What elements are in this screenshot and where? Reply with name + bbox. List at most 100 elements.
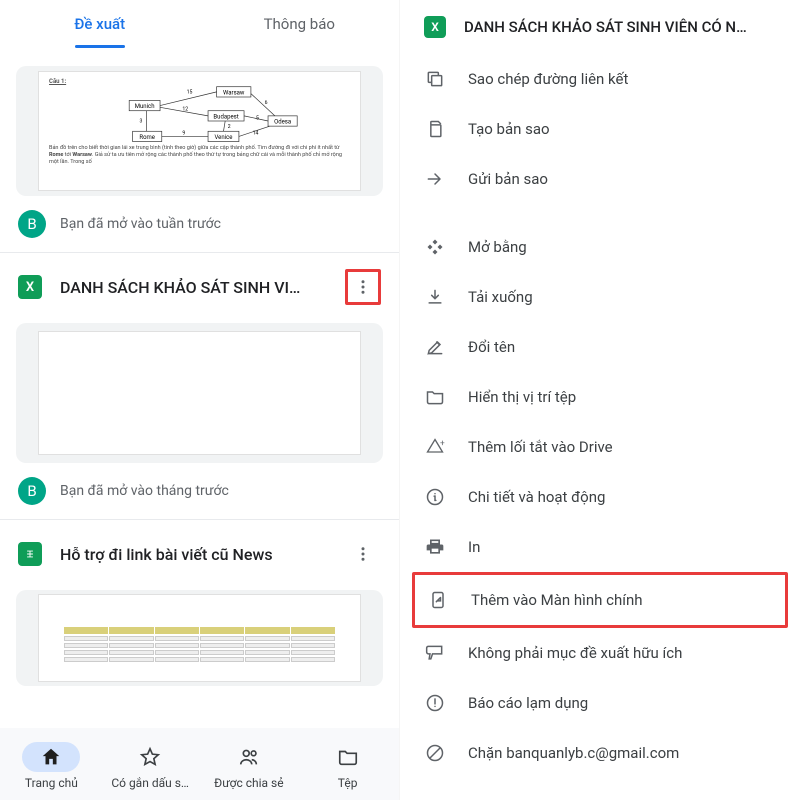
svg-text:5: 5 (256, 116, 259, 122)
menu-label: Không phải mục đề xuất hữu ích (468, 644, 780, 662)
file-preview[interactable] (16, 590, 383, 686)
avatar-letter: B (27, 215, 36, 233)
home-icon (40, 746, 62, 768)
more-button[interactable] (345, 269, 381, 305)
tab-notifications-label: Thông báo (264, 15, 335, 33)
more-button[interactable] (345, 536, 381, 572)
info-icon (424, 486, 446, 508)
svg-text:2: 2 (228, 124, 231, 130)
bottom-nav: Trang chủ Có gắn dấu s… Được chia sẻ Tệp (0, 728, 399, 800)
menu-report[interactable]: Báo cáo lạm dụng (400, 678, 800, 728)
menu-label: Sao chép đường liên kết (468, 70, 780, 88)
menu-make-copy[interactable]: Tạo bản sao (400, 104, 800, 154)
excel-icon-letter: X (26, 280, 34, 295)
block-icon (424, 742, 446, 764)
nav-shared[interactable]: Được chia sẻ (200, 742, 299, 790)
menu-block[interactable]: Chặn banquanlyb.c@gmail.com (400, 728, 800, 778)
menu-send-copy[interactable]: Gửi bản sao (400, 154, 800, 204)
svg-text:Venice: Venice (215, 134, 233, 141)
svg-text:3: 3 (139, 119, 142, 125)
svg-text:Warsaw: Warsaw (223, 90, 245, 97)
graph-thumbnail: Warsaw Munich Budapest Odesa Venice Rome (49, 85, 350, 145)
tab-suggested[interactable]: Đề xuất (0, 0, 200, 48)
panel-title: DANH SÁCH KHẢO SÁT SINH VIÊN CÓ N… (464, 18, 780, 36)
drive-home-screen: Đề xuất Thông báo Câu 1: Warsaw Munich B… (0, 0, 400, 800)
svg-text:15: 15 (187, 90, 193, 96)
file-preview[interactable]: Câu 1: Warsaw Munich Budapest Odesa Veni… (16, 66, 383, 196)
more-vert-icon (354, 545, 372, 563)
menu-label: Tạo bản sao (468, 120, 780, 138)
send-icon (424, 168, 446, 190)
avatar: B (18, 477, 46, 505)
tab-suggested-label: Đề xuất (74, 15, 125, 33)
svg-text:14: 14 (253, 131, 259, 137)
people-icon (237, 746, 261, 768)
menu-show-location[interactable]: Hiển thị vị trí tệp (400, 372, 800, 422)
menu-label: Thêm lối tắt vào Drive (468, 438, 780, 456)
nav-files-label: Tệp (338, 776, 358, 790)
print-icon (424, 536, 446, 558)
menu-label: Báo cáo lạm dụng (468, 694, 780, 712)
add-to-home-icon (427, 589, 449, 611)
menu-label: Chi tiết và hoạt động (468, 488, 780, 506)
nav-shared-label: Được chia sẻ (214, 776, 283, 790)
svg-text:Odesa: Odesa (274, 119, 291, 126)
tab-notifications[interactable]: Thông báo (200, 0, 400, 48)
menu-label: Gửi bản sao (468, 170, 780, 188)
report-icon (424, 692, 446, 714)
svg-text:Budapest: Budapest (213, 114, 238, 121)
table-thumbnail (38, 594, 361, 682)
menu-add-home[interactable]: Thêm vào Màn hình chính (412, 572, 788, 628)
file-opened-text: Bạn đã mở vào tuần trước (60, 216, 221, 232)
menu-copy-link[interactable]: Sao chép đường liên kết (400, 54, 800, 104)
menu-details[interactable]: Chi tiết và hoạt động (400, 472, 800, 522)
drive-shortcut-icon: + (424, 436, 446, 458)
menu-label: Chặn banquanlyb.c@gmail.com (468, 744, 780, 762)
svg-text:9: 9 (182, 131, 185, 137)
menu-download[interactable]: Tải xuống (400, 272, 800, 322)
file-preview[interactable] (16, 323, 383, 463)
menu-label: Hiển thị vị trí tệp (468, 388, 780, 406)
menu-label: In (468, 538, 780, 556)
menu-label: Thêm vào Màn hình chính (471, 591, 765, 609)
file-title: Hỗ trợ đi link bài viết cũ News (60, 545, 327, 564)
menu-open-with[interactable]: Mở bằng (400, 222, 800, 272)
nav-files[interactable]: Tệp (298, 742, 397, 790)
menu-label: Tải xuống (468, 288, 780, 306)
excel-icon: X (18, 275, 42, 299)
copy-link-icon (424, 68, 446, 90)
svg-text:+: + (440, 438, 445, 448)
folder-icon (424, 386, 446, 408)
nav-starred[interactable]: Có gắn dấu s… (101, 742, 200, 790)
make-copy-icon (424, 118, 446, 140)
svg-text:Munich: Munich (135, 104, 155, 111)
excel-icon-letter: X (431, 20, 439, 34)
download-icon (424, 286, 446, 308)
menu-label: Đổi tên (468, 338, 780, 356)
open-with-icon (424, 236, 446, 258)
menu-not-helpful[interactable]: Không phải mục đề xuất hữu ích (400, 628, 800, 678)
svg-text:12: 12 (182, 107, 188, 113)
menu-add-shortcut[interactable]: + Thêm lối tắt vào Drive (400, 422, 800, 472)
menu-rename[interactable]: Đổi tên (400, 322, 800, 372)
avatar: B (18, 210, 46, 238)
svg-text:Rome: Rome (139, 134, 155, 141)
nav-home[interactable]: Trang chủ (2, 742, 101, 790)
panel-header: X DANH SÁCH KHẢO SÁT SINH VIÊN CÓ N… (400, 8, 800, 52)
document-thumbnail: Câu 1: Warsaw Munich Budapest Odesa Veni… (38, 71, 361, 191)
blank-thumbnail (38, 331, 361, 454)
file-row[interactable]: Hỗ trợ đi link bài viết cũ News (0, 520, 399, 576)
svg-text:6: 6 (265, 100, 268, 106)
file-row[interactable]: X DANH SÁCH KHẢO SÁT SINH VI… (0, 253, 399, 309)
file-title: DANH SÁCH KHẢO SÁT SINH VI… (60, 278, 327, 297)
nav-starred-label: Có gắn dấu s… (111, 776, 189, 790)
top-tabs: Đề xuất Thông báo (0, 0, 399, 48)
file-meta-row: B Bạn đã mở vào tháng trước (0, 473, 399, 519)
folder-icon (337, 746, 359, 768)
file-actions-panel: X DANH SÁCH KHẢO SÁT SINH VIÊN CÓ N… Sao… (400, 0, 800, 800)
more-vert-icon (354, 278, 372, 296)
star-icon (139, 746, 161, 768)
menu-print[interactable]: In (400, 522, 800, 572)
menu-list: Sao chép đường liên kết Tạo bản sao Gửi … (400, 52, 800, 780)
nav-home-label: Trang chủ (25, 776, 78, 790)
